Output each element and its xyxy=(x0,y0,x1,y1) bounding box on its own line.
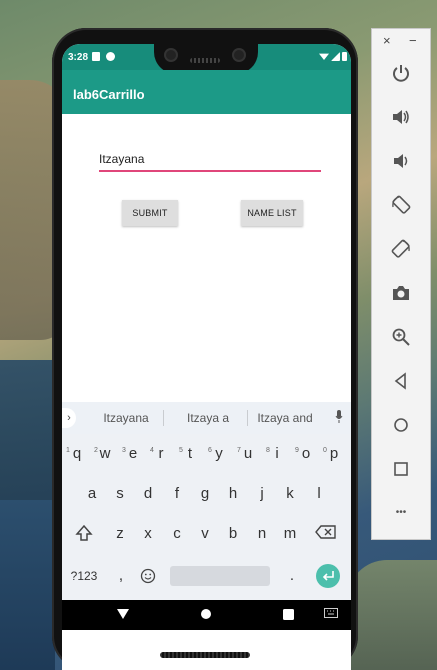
key-s[interactable]: s xyxy=(107,480,133,508)
zoom-button[interactable] xyxy=(387,323,415,351)
symbols-key[interactable]: ?123 xyxy=(66,562,102,590)
minimize-button[interactable]: − xyxy=(409,33,417,48)
key-v[interactable]: v xyxy=(192,520,218,548)
zoom-icon xyxy=(392,328,410,346)
overview-icon xyxy=(394,462,408,476)
key-x[interactable]: x xyxy=(135,520,161,548)
volume-up-button[interactable] xyxy=(387,103,415,131)
rotate-right-button[interactable] xyxy=(387,235,415,263)
volume-down-icon xyxy=(394,154,408,168)
power-button[interactable] xyxy=(387,59,415,87)
camera-icon xyxy=(393,286,409,300)
background-water xyxy=(0,500,55,670)
submit-button[interactable]: SUBMIT xyxy=(122,200,178,226)
background-water xyxy=(0,360,60,500)
key-y[interactable]: 6y xyxy=(206,440,232,468)
volume-down-button[interactable] xyxy=(387,147,415,175)
suggestion-3[interactable]: Itzaya and xyxy=(245,411,325,425)
shift-icon[interactable] xyxy=(75,524,93,542)
key-z[interactable]: z xyxy=(107,520,133,548)
back-icon xyxy=(394,372,406,390)
volume-up-icon xyxy=(393,110,409,124)
key-f[interactable]: f xyxy=(164,480,190,508)
mic-icon[interactable] xyxy=(335,410,343,424)
comma-key[interactable]: , xyxy=(108,562,134,590)
key-g[interactable]: g xyxy=(192,480,218,508)
suggestion-1[interactable]: Itzayana xyxy=(86,411,166,425)
period-key[interactable]: . xyxy=(279,562,305,590)
more-icon: ••• xyxy=(395,507,407,518)
suggestion-strip: › Itzayana Itzaya a Itzaya and xyxy=(62,402,351,434)
rotate-left-icon xyxy=(392,195,411,214)
suggestion-divider xyxy=(163,410,164,426)
wifi-icon xyxy=(319,53,329,60)
signal-icon xyxy=(331,52,340,61)
key-p[interactable]: 0p xyxy=(321,440,347,468)
front-camera-icon xyxy=(234,50,244,60)
rotate-right-icon xyxy=(391,239,410,258)
key-d[interactable]: d xyxy=(135,480,161,508)
bottom-speaker xyxy=(160,652,250,658)
main-content: SUBMIT NAME LIST xyxy=(62,114,351,404)
enter-icon xyxy=(322,571,334,581)
home-button[interactable] xyxy=(387,411,415,439)
key-c[interactable]: c xyxy=(164,520,190,548)
status-time: 3:28 xyxy=(68,52,89,63)
sd-card-icon xyxy=(92,52,100,61)
more-button[interactable]: ••• xyxy=(387,499,415,527)
system-nav-bar xyxy=(62,600,351,630)
key-n[interactable]: n xyxy=(249,520,275,548)
key-l[interactable]: l xyxy=(306,480,332,508)
backspace-icon[interactable] xyxy=(315,524,337,540)
sync-icon xyxy=(106,52,115,61)
earpiece-speaker xyxy=(190,58,220,63)
overview-square-icon[interactable] xyxy=(283,609,294,620)
power-icon xyxy=(393,65,409,82)
key-b[interactable]: b xyxy=(220,520,246,548)
home-icon xyxy=(394,418,408,432)
key-m[interactable]: m xyxy=(277,520,303,548)
name-list-button[interactable]: NAME LIST xyxy=(241,200,303,226)
key-j[interactable]: j xyxy=(249,480,275,508)
back-triangle-icon[interactable] xyxy=(116,608,130,620)
key-w[interactable]: 2w xyxy=(92,440,118,468)
back-button[interactable] xyxy=(387,367,415,395)
key-t[interactable]: 5t xyxy=(177,440,203,468)
battery-icon xyxy=(342,52,347,61)
overview-button[interactable] xyxy=(387,455,415,483)
space-bar[interactable] xyxy=(170,566,270,586)
key-u[interactable]: 7u xyxy=(235,440,261,468)
key-q[interactable]: 1q xyxy=(64,440,90,468)
keyboard-switch-icon[interactable] xyxy=(324,608,338,620)
expand-suggestions-button[interactable]: › xyxy=(62,408,76,428)
emulator-toolbar: × − ••• xyxy=(371,28,431,540)
soft-keyboard: › Itzayana Itzaya a Itzaya and 1q 2w 3e … xyxy=(62,402,351,600)
app-title: lab6Carrillo xyxy=(73,87,145,102)
emulator-screen: 3:28 lab6Carrillo SUBMIT NAME LIST › Itz… xyxy=(62,44,351,670)
rotate-left-button[interactable] xyxy=(387,191,415,219)
key-r[interactable]: 4r xyxy=(148,440,174,468)
key-o[interactable]: 9o xyxy=(293,440,319,468)
name-input[interactable] xyxy=(99,148,321,172)
front-camera-icon xyxy=(166,50,176,60)
suggestion-2[interactable]: Itzaya a xyxy=(168,411,248,425)
key-a[interactable]: a xyxy=(79,480,105,508)
app-bar: lab6Carrillo xyxy=(62,70,351,114)
close-button[interactable]: × xyxy=(383,33,391,48)
screenshot-button[interactable] xyxy=(387,279,415,307)
key-i[interactable]: 8i xyxy=(264,440,290,468)
key-k[interactable]: k xyxy=(277,480,303,508)
background-rock xyxy=(347,560,437,670)
emoji-icon[interactable] xyxy=(140,568,156,584)
key-e[interactable]: 3e xyxy=(120,440,146,468)
home-circle-icon[interactable] xyxy=(200,608,212,620)
enter-key[interactable] xyxy=(316,564,340,588)
key-h[interactable]: h xyxy=(220,480,246,508)
